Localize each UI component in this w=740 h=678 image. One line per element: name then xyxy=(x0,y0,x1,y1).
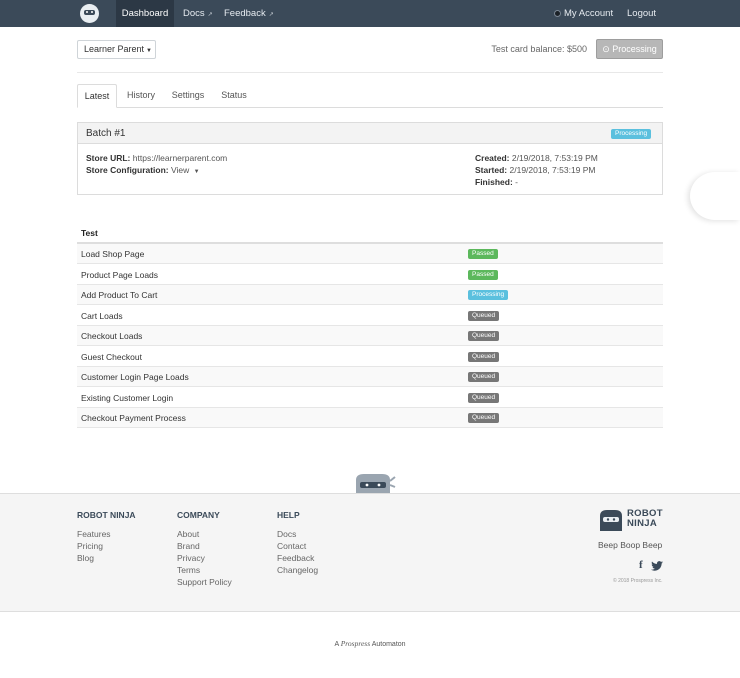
test-status-badge: Processing xyxy=(468,290,509,300)
test-status-badge: Queued xyxy=(468,351,500,362)
footer-link-changelog[interactable]: Changelog xyxy=(277,565,318,575)
footer-robot-ninja-title: ROBOT NINJA xyxy=(77,510,136,520)
test-name: Existing Customer Login xyxy=(81,392,174,403)
caret-down-icon: ▼ xyxy=(193,169,200,175)
prospress-credit: A Prospress Automaton xyxy=(334,639,406,648)
twitter-icon[interactable] xyxy=(651,561,663,571)
store-configuration: Store Configuration: View ▼ xyxy=(86,165,200,175)
config-view-toggle[interactable]: View ▼ xyxy=(171,165,200,175)
processing-button[interactable]: ⊙ Processing xyxy=(596,39,663,59)
tabs-underline xyxy=(77,107,663,108)
test-status-badge: Passed xyxy=(468,249,498,259)
facebook-icon[interactable]: f xyxy=(639,559,643,571)
footer-link-feedback[interactable]: Feedback xyxy=(277,553,314,563)
tab-latest[interactable]: Latest xyxy=(77,84,117,108)
tab-status[interactable]: Status xyxy=(216,84,252,108)
batch-title: Batch #1 xyxy=(86,128,126,139)
caret-down-icon: ▼ xyxy=(146,48,152,54)
robot-mascot-icon xyxy=(356,474,396,494)
store-dropdown[interactable]: Learner Parent ▼ xyxy=(77,40,156,59)
robot-logo-icon[interactable] xyxy=(80,4,99,23)
test-name: Product Page Loads xyxy=(81,269,159,280)
top-nav: Dashboard Docs ↗ Feedback ↗ My Account Log… xyxy=(0,0,740,27)
robot-ninja-logo-icon xyxy=(600,510,622,531)
store-url: Store URL: https://learnerparent.com xyxy=(86,153,228,163)
batch-panel-header: Batch #1 Processing xyxy=(78,123,662,144)
footer: ROBOT NINJA Features Pricing Blog COMPAN… xyxy=(0,493,740,612)
table-row: Product Page Loads Passed xyxy=(77,265,663,285)
tests-header: Test xyxy=(81,228,98,238)
footer-brand-name: ROBOT NINJA xyxy=(627,508,663,529)
account-icon xyxy=(554,10,561,17)
table-row: Add Product To Cart Processing xyxy=(77,285,663,305)
test-status-badge: Queued xyxy=(468,372,500,382)
started-date: Started: 2/19/2018, 7:53:19 PM xyxy=(475,165,596,175)
test-name: Checkout Payment Process xyxy=(81,413,186,423)
external-link-icon: ↗ xyxy=(268,12,274,18)
tab-history[interactable]: History xyxy=(122,84,160,108)
test-name: Load Shop Page xyxy=(81,249,145,259)
table-row: Checkout Payment Process Queued xyxy=(77,408,663,428)
test-name: Checkout Loads xyxy=(81,331,143,341)
footer-link-about[interactable]: About xyxy=(177,529,199,539)
footer-link-blog[interactable]: Blog xyxy=(77,553,94,563)
test-status-badge: Queued xyxy=(468,310,500,321)
copyright: © 2018 Prospress Inc. xyxy=(613,578,663,584)
test-status-badge: Passed xyxy=(468,269,498,280)
nav-my-account[interactable]: My Account xyxy=(554,0,613,27)
table-row: Checkout Loads Queued xyxy=(77,326,663,346)
test-status-badge: Queued xyxy=(468,413,500,423)
test-name: Cart Loads xyxy=(81,310,123,321)
nav-dashboard[interactable]: Dashboard xyxy=(116,0,174,27)
footer-link-features[interactable]: Features xyxy=(77,529,111,539)
footer-link-brand[interactable]: Brand xyxy=(177,541,200,551)
table-row: Cart Loads Queued xyxy=(77,306,663,326)
nav-feedback[interactable]: Feedback ↗ xyxy=(224,0,274,27)
prospress-wordmark[interactable]: Prospress xyxy=(341,639,370,648)
footer-link-docs[interactable]: Docs xyxy=(277,529,296,539)
clock-icon: ⊙ xyxy=(602,44,613,54)
test-name: Add Product To Cart xyxy=(81,290,158,300)
table-row: Load Shop Page Passed xyxy=(77,244,663,264)
batch-status-badge: Processing xyxy=(611,129,652,139)
test-name: Guest Checkout xyxy=(81,351,142,362)
footer-link-pricing[interactable]: Pricing xyxy=(77,541,103,551)
test-name: Customer Login Page Loads xyxy=(81,372,189,382)
footer-link-privacy[interactable]: Privacy xyxy=(177,553,205,563)
finished-date: Finished: - xyxy=(475,177,518,187)
test-status-badge: Queued xyxy=(468,392,500,403)
batch-panel: Batch #1 Processing Store URL: https://l… xyxy=(77,122,663,195)
footer-link-terms[interactable]: Terms xyxy=(177,565,200,575)
tab-settings[interactable]: Settings xyxy=(167,84,209,108)
side-widget[interactable] xyxy=(690,172,740,220)
footer-company-title: COMPANY xyxy=(177,510,220,520)
nav-logout[interactable]: Logout xyxy=(627,0,656,27)
test-card-balance: Test card balance: $500 xyxy=(491,44,587,54)
test-status-badge: Queued xyxy=(468,331,500,341)
external-link-icon: ↗ xyxy=(207,12,213,18)
store-url-link[interactable]: https://learnerparent.com xyxy=(133,153,228,163)
footer-help-title: HELP xyxy=(277,510,300,520)
created-date: Created: 2/19/2018, 7:53:19 PM xyxy=(475,153,598,163)
divider xyxy=(77,72,663,73)
footer-link-support-policy[interactable]: Support Policy xyxy=(177,577,232,587)
footer-tagline: Beep Boop Beep xyxy=(598,540,663,550)
table-row: Existing Customer Login Queued xyxy=(77,388,663,408)
footer-link-contact[interactable]: Contact xyxy=(277,541,306,551)
nav-docs[interactable]: Docs ↗ xyxy=(183,0,213,27)
table-row: Guest Checkout Queued xyxy=(77,347,663,367)
table-row: Customer Login Page Loads Queued xyxy=(77,367,663,387)
